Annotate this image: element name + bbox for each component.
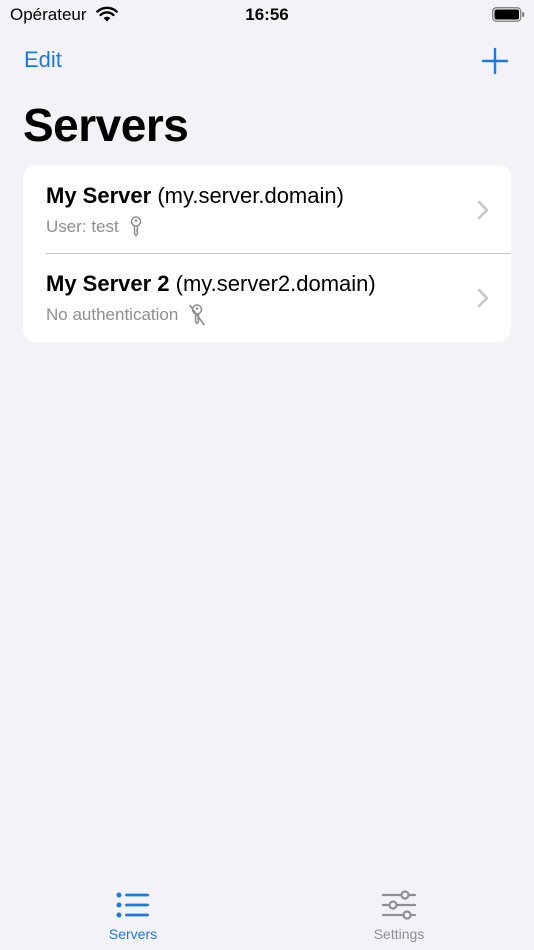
battery-icon <box>492 7 525 22</box>
server-auth-label: User: test <box>46 217 119 236</box>
server-host: (my.server2.domain) <box>175 271 376 296</box>
server-list: My Server (my.server.domain) User: test … <box>23 165 511 342</box>
chevron-right-icon <box>477 288 489 308</box>
tab-label: Settings <box>373 926 425 942</box>
edit-button[interactable]: Edit <box>24 47 62 73</box>
tab-bar: Servers Settings <box>0 880 534 950</box>
list-icon <box>116 892 149 918</box>
status-bar: Opérateur 16:56 <box>0 0 534 30</box>
key-slash-icon <box>189 304 206 326</box>
server-subtitle: No authentication <box>46 304 206 326</box>
sliders-icon <box>381 890 417 920</box>
server-row[interactable]: My Server 2 (my.server2.domain) No authe… <box>23 253 511 341</box>
server-name: My Server <box>46 183 152 208</box>
server-title: My Server (my.server.domain) <box>46 183 344 209</box>
server-row[interactable]: My Server (my.server.domain) User: test <box>23 165 511 253</box>
server-title: My Server 2 (my.server2.domain) <box>46 271 376 297</box>
tab-servers[interactable]: Servers <box>53 880 213 950</box>
key-icon <box>130 216 141 237</box>
chevron-right-icon <box>477 200 489 220</box>
page-title: Servers <box>23 99 189 151</box>
server-auth-label: No authentication <box>46 305 179 324</box>
clock: 16:56 <box>245 5 289 24</box>
server-subtitle: User: test <box>46 216 143 238</box>
add-icon[interactable] <box>481 47 509 75</box>
server-name: My Server 2 <box>46 271 170 296</box>
tab-settings[interactable]: Settings <box>319 880 479 950</box>
server-host: (my.server.domain) <box>157 183 344 208</box>
tab-label: Servers <box>108 926 158 942</box>
